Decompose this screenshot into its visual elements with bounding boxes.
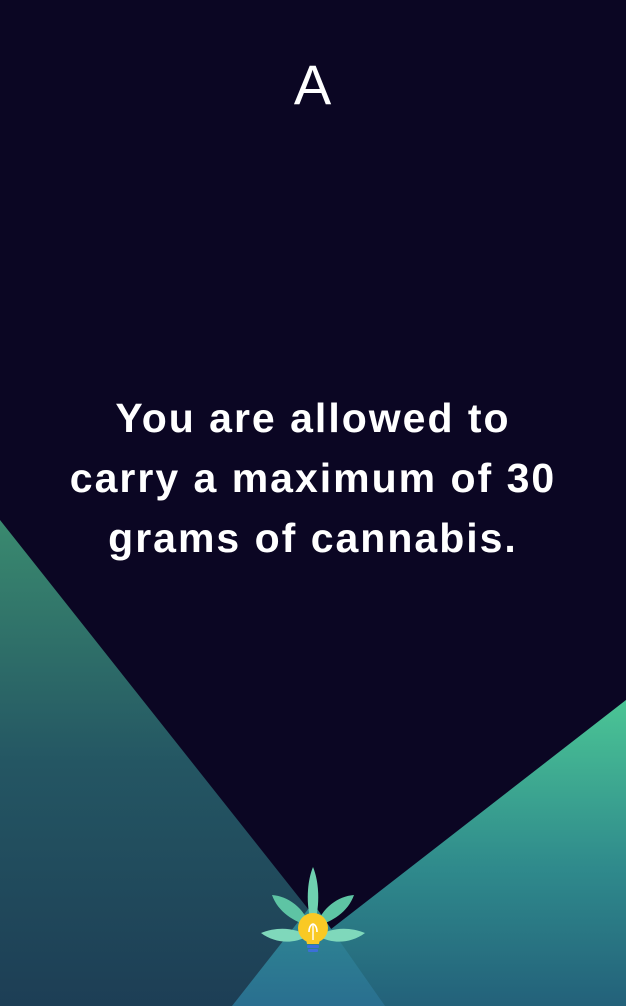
statement-text: You are allowed to carry a maximum of 30…: [69, 395, 557, 561]
answer-card[interactable]: A You are allowed to carry a maximum of …: [0, 0, 626, 1006]
card-letter: A: [293, 53, 333, 116]
lightbulb-icon: [298, 913, 328, 952]
cannabis-leaf-lightbulb-icon: [261, 867, 365, 952]
